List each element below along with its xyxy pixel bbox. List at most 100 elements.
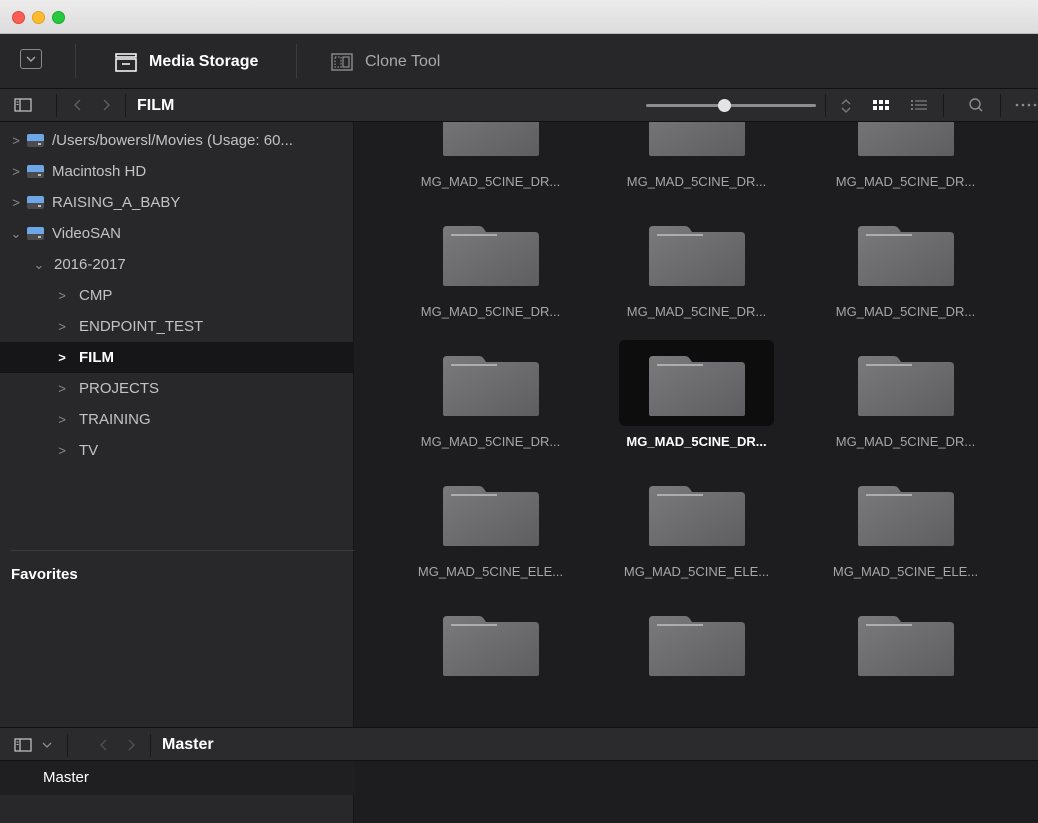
tree-item-label: 2016-2017 [54, 256, 126, 273]
tree-item-label: TV [79, 442, 99, 459]
folder-icon [443, 122, 539, 156]
folder-thumbnail[interactable]: MG_MAD_5CINE_DR... [828, 210, 983, 319]
folder-thumbnail[interactable]: MG_MAD_5CINE_DR... [413, 210, 568, 319]
folder-thumbnail[interactable] [413, 600, 568, 708]
folder-thumbnail[interactable]: MG_MAD_5CINE_ELE... [413, 470, 568, 579]
chevron-right-icon[interactable]: > [9, 133, 23, 148]
tree-item-projects[interactable]: > PROJECTS [0, 373, 354, 404]
back-icon[interactable] [98, 737, 110, 753]
chevron-right-icon[interactable]: > [55, 412, 69, 427]
folder-thumbnail[interactable]: MG_MAD_5CINE_DR... [619, 210, 774, 319]
chevron-down-icon[interactable]: ⌄ [32, 257, 46, 273]
folder-name-label: MG_MAD_5CINE_DR... [626, 174, 767, 189]
thumbnail-view-icon[interactable] [872, 97, 890, 113]
folder-thumbnail[interactable]: MG_MAD_5CINE_DR... [619, 122, 774, 189]
search-icon[interactable] [968, 97, 984, 113]
chevron-right-icon[interactable]: > [55, 288, 69, 303]
chevron-right-icon[interactable]: > [55, 443, 69, 458]
bin-list-toggle-icon[interactable] [14, 737, 32, 753]
tree-item-videosan[interactable]: ⌄ VideoSAN [0, 218, 354, 249]
bin-list-panel: Master [0, 761, 354, 823]
current-folder-title: FILM [137, 97, 175, 114]
folder-icon [443, 226, 539, 286]
drive-icon [27, 165, 44, 178]
tree-item-label: TRAINING [79, 411, 151, 428]
folder-icon [858, 616, 954, 676]
path-bar: FILM [0, 89, 1038, 122]
tree-item-label: CMP [79, 287, 113, 304]
list-view-icon[interactable] [910, 97, 928, 113]
media-thumbnail-grid: MG_MAD_5CINE_DR... MG_MAD_5CINE_DR... MG_M… [355, 122, 1038, 727]
media-storage-icon [115, 52, 137, 72]
tree-item-2016-2017[interactable]: ⌄ 2016-2017 [0, 249, 354, 280]
folder-name-label: MG_MAD_5CINE_DR... [835, 174, 976, 189]
sidebar-toggle-icon[interactable] [14, 97, 32, 113]
chevron-right-icon[interactable]: > [55, 319, 69, 334]
tree-item-raising-a-baby[interactable]: > RAISING_A_BABY [0, 187, 354, 218]
folder-icon [443, 356, 539, 416]
tab-media-storage-label: Media Storage [149, 52, 259, 70]
folder-thumbnail[interactable] [828, 600, 983, 708]
pathbar-divider [56, 94, 57, 117]
clone-tool-icon [331, 52, 353, 71]
toolbar-divider [75, 44, 76, 78]
folder-name-label: MG_MAD_5CINE_DR... [420, 304, 561, 319]
pathbar-divider [125, 94, 126, 117]
folder-thumbnail[interactable]: MG_MAD_5CINE_DR... [413, 340, 568, 449]
folder-thumbnail[interactable]: MG_MAD_5CINE_DR... [413, 122, 568, 189]
back-icon[interactable] [72, 97, 84, 113]
close-window-button[interactable] [12, 11, 25, 24]
tree-item-cmp[interactable]: > CMP [0, 280, 354, 311]
bin-item-master[interactable]: Master [0, 761, 354, 795]
toolbar-dropdown-button[interactable] [20, 49, 42, 69]
chevron-down-icon[interactable] [41, 740, 53, 750]
folder-thumbnail[interactable]: MG_MAD_5CINE_DR... [828, 340, 983, 449]
pathbar-divider [943, 94, 944, 117]
chevron-right-icon[interactable]: > [9, 164, 23, 179]
folder-icon [858, 486, 954, 546]
tab-clone-tool-label: Clone Tool [365, 52, 441, 70]
drive-icon [27, 196, 44, 209]
thumbnail-size-slider-thumb[interactable] [718, 99, 731, 112]
tree-item-label: ENDPOINT_TEST [79, 318, 204, 335]
folder-icon [649, 356, 745, 416]
folder-thumbnail[interactable]: MG_MAD_5CINE_DR... [828, 122, 983, 189]
folder-name-label: MG_MAD_5CINE_DR... [835, 304, 976, 319]
folder-name-label: MG_MAD_5CINE_DR... [420, 434, 561, 449]
toolbar-divider [296, 44, 297, 78]
tree-item-label: Macintosh HD [52, 163, 147, 180]
folder-icon [443, 616, 539, 676]
tree-item-label: PROJECTS [79, 380, 160, 397]
forward-icon[interactable] [100, 97, 112, 113]
tree-item-endpoint-test[interactable]: > ENDPOINT_TEST [0, 311, 354, 342]
more-options-icon[interactable] [1014, 97, 1038, 113]
sort-icon[interactable] [840, 97, 852, 115]
zoom-window-button[interactable] [52, 11, 65, 24]
folder-name-label: MG_MAD_5CINE_ELE... [623, 564, 770, 579]
folder-icon [858, 226, 954, 286]
folder-thumbnail[interactable]: MG_MAD_5CINE_ELE... [619, 470, 774, 579]
folder-thumbnail[interactable]: MG_MAD_5CINE_DR... [619, 340, 774, 449]
folder-name-label: MG_MAD_5CINE_DR... [626, 434, 767, 449]
pathbar-divider [825, 94, 826, 117]
toolbar: Media Storage Clone Tool [0, 34, 1038, 89]
tree-item-macintosh-hd[interactable]: > Macintosh HD [0, 156, 354, 187]
tree-item-training[interactable]: > TRAINING [0, 404, 354, 435]
chevron-right-icon[interactable]: > [55, 381, 69, 396]
folder-thumbnail[interactable]: MG_MAD_5CINE_ELE... [828, 470, 983, 579]
tab-media-storage[interactable]: Media Storage [115, 34, 258, 89]
chevron-down-icon[interactable]: ⌄ [9, 226, 23, 242]
tab-clone-tool[interactable]: Clone Tool [331, 34, 440, 89]
pathbar-divider [1000, 94, 1001, 117]
tree-item-tv[interactable]: > TV [0, 435, 354, 466]
forward-icon[interactable] [125, 737, 137, 753]
tree-item-users-movies[interactable]: > /Users/bowersl/Movies (Usage: 60... [0, 125, 354, 156]
thumbnail-size-slider[interactable] [646, 104, 816, 107]
folder-name-label: MG_MAD_5CINE_ELE... [417, 564, 564, 579]
folder-thumbnail[interactable] [619, 600, 774, 708]
tree-item-label: FILM [79, 349, 114, 366]
minimize-window-button[interactable] [32, 11, 45, 24]
chevron-right-icon[interactable]: > [9, 195, 23, 210]
tree-item-film[interactable]: > FILM [0, 342, 354, 373]
chevron-right-icon[interactable]: > [55, 350, 69, 365]
